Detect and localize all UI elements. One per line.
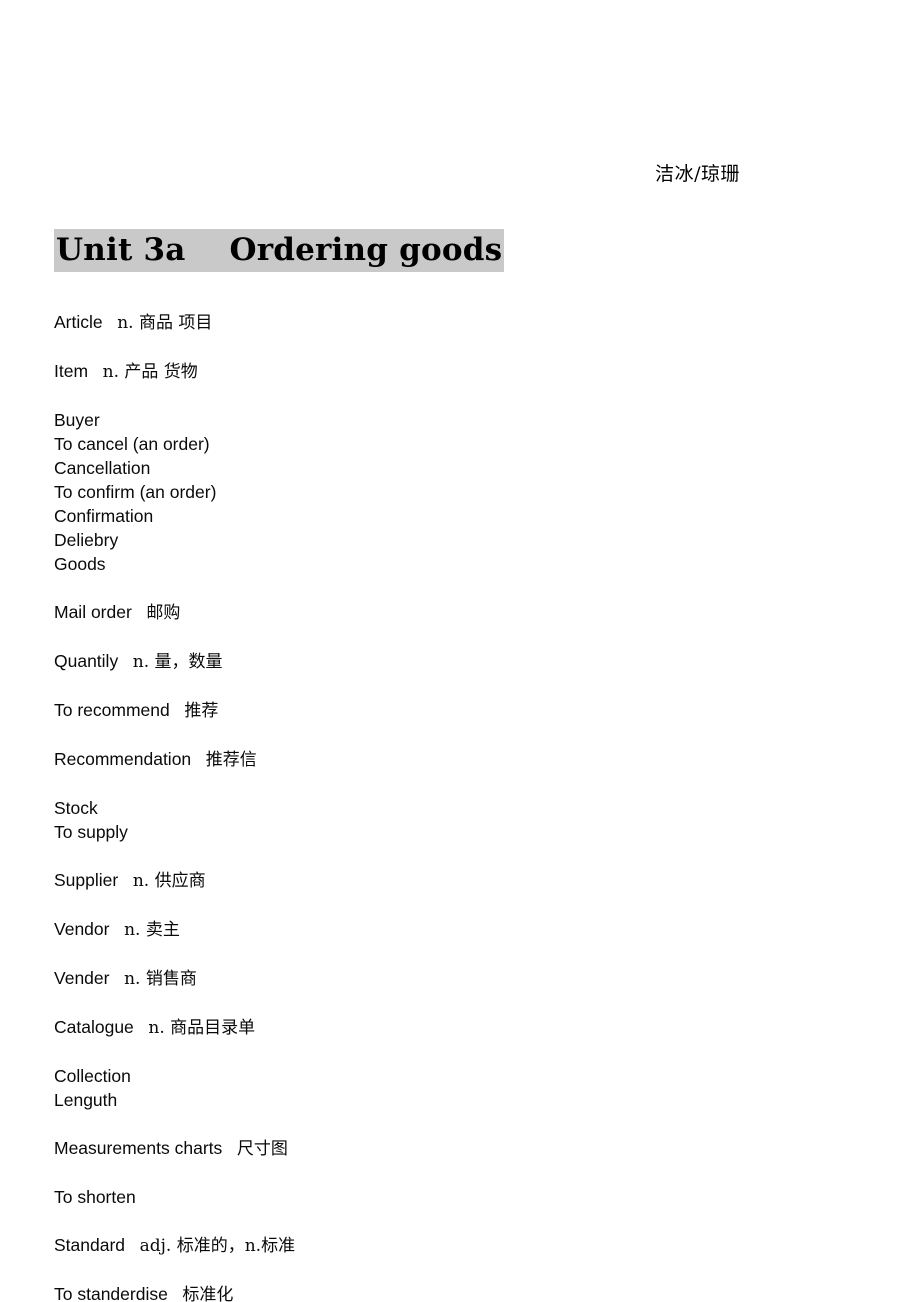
vocabulary-entry: To supply [54, 820, 754, 844]
vocabulary-entry: Vendor n. 卖主 [54, 917, 754, 942]
term-gloss-separator [132, 602, 147, 622]
vocabulary-gloss: 尺寸图 [236, 1139, 288, 1159]
vocabulary-term: Quantily [54, 651, 119, 671]
vocabulary-entry: Item n. 产品 货物 [54, 359, 754, 384]
vocabulary-term: Lenguth [54, 1090, 118, 1110]
vocabulary-term: Mail order [54, 602, 132, 622]
vocabulary-gloss: n. 产品 货物 [102, 362, 198, 382]
vocabulary-gloss: n. 商品 项目 [117, 313, 213, 333]
vocabulary-term: Buyer [54, 410, 100, 430]
term-gloss-separator [88, 361, 103, 381]
vocabulary-term: To shorten [54, 1187, 136, 1207]
vocabulary-entry: Cancellation [54, 456, 754, 480]
vocabulary-entry: Catalogue n. 商品目录单 [54, 1015, 754, 1040]
document-page: 洁冰/琼珊 Unit 3a Ordering goods Article n. … [0, 0, 920, 1302]
vocabulary-entry: Standard adj. 标准的，n.标准 [54, 1233, 754, 1258]
vocabulary-entry: Goods [54, 552, 754, 576]
vocabulary-entry: To confirm (an order) [54, 480, 754, 504]
vocabulary-gloss: 邮购 [146, 603, 181, 623]
vocabulary-gloss: 标准化 [182, 1285, 234, 1302]
vocabulary-term: Deliebry [54, 530, 119, 550]
vocabulary-entry: Measurements charts 尺寸图 [54, 1136, 754, 1161]
term-gloss-separator [222, 1138, 237, 1158]
term-gloss-separator [109, 919, 124, 939]
vocabulary-term: Vendor [54, 919, 110, 939]
vocabulary-entry: Deliebry [54, 528, 754, 552]
vocabulary-term: To supply [54, 822, 128, 842]
page-title: Unit 3a Ordering goods [54, 229, 505, 272]
vocabulary-gloss: 推荐信 [205, 750, 257, 770]
vocabulary-term: To recommend [54, 700, 170, 720]
page-running-header: 洁冰/琼珊 [655, 163, 740, 185]
vocabulary-term: Catalogue [54, 1017, 134, 1037]
vocabulary-gloss: n. 销售商 [124, 969, 197, 989]
vocabulary-term: Vender [54, 968, 110, 988]
vocabulary-term: Item [54, 361, 89, 381]
vocabulary-list: Article n. 商品 项目 Item n. 产品 货物 Buyer To can… [54, 310, 754, 1302]
term-gloss-separator [125, 1235, 140, 1255]
vocabulary-entry: To recommend 推荐 [54, 698, 754, 723]
vocabulary-term: Supplier [54, 870, 119, 890]
title-container: Unit 3a Ordering goods [54, 229, 505, 272]
vocabulary-term: To standerdise [54, 1284, 168, 1302]
vocabulary-term: Cancellation [54, 458, 151, 478]
vocabulary-entry: Vender n. 销售商 [54, 966, 754, 991]
vocabulary-gloss: n. 供应商 [132, 871, 206, 891]
vocabulary-term: Measurements charts [54, 1138, 223, 1158]
vocabulary-entry: Confirmation [54, 504, 754, 528]
vocabulary-term: Collection [54, 1066, 131, 1086]
term-gloss-separator [170, 700, 185, 720]
vocabulary-term: Standard [54, 1235, 126, 1255]
vocabulary-term: Confirmation [54, 506, 154, 526]
vocabulary-entry: Stock [54, 796, 754, 820]
term-gloss-separator [168, 1284, 183, 1302]
vocabulary-entry: Article n. 商品 项目 [54, 310, 754, 335]
vocabulary-entry: Collection [54, 1064, 754, 1088]
vocabulary-gloss: n. 卖主 [124, 920, 180, 940]
vocabulary-term: Recommendation [54, 749, 192, 769]
vocabulary-entry: To standerdise 标准化 [54, 1282, 754, 1302]
vocabulary-entry: Lenguth [54, 1088, 754, 1112]
vocabulary-gloss: n. 量，数量 [132, 652, 223, 672]
vocabulary-term: Article [54, 312, 103, 332]
vocabulary-entry: To cancel (an order) [54, 432, 754, 456]
vocabulary-term: To confirm (an order) [54, 482, 217, 502]
term-gloss-separator [191, 749, 206, 769]
vocabulary-gloss: n. 商品目录单 [148, 1018, 256, 1038]
term-gloss-separator [103, 312, 118, 332]
vocabulary-entry: Supplier n. 供应商 [54, 868, 754, 893]
vocabulary-gloss: 推荐 [184, 701, 219, 721]
vocabulary-entry: Recommendation 推荐信 [54, 747, 754, 772]
term-gloss-separator [109, 968, 124, 988]
term-gloss-separator [118, 870, 133, 890]
vocabulary-term: Goods [54, 554, 106, 574]
vocabulary-entry: Mail order 邮购 [54, 600, 754, 625]
vocabulary-term: Stock [54, 798, 98, 818]
vocabulary-entry: Buyer [54, 408, 754, 432]
vocabulary-entry: To shorten [54, 1185, 754, 1209]
vocabulary-gloss: adj. 标准的，n.标准 [139, 1236, 296, 1256]
vocabulary-entry: Quantily n. 量，数量 [54, 649, 754, 674]
term-gloss-separator [134, 1017, 149, 1037]
term-gloss-separator [118, 651, 133, 671]
vocabulary-term: To cancel (an order) [54, 434, 210, 454]
